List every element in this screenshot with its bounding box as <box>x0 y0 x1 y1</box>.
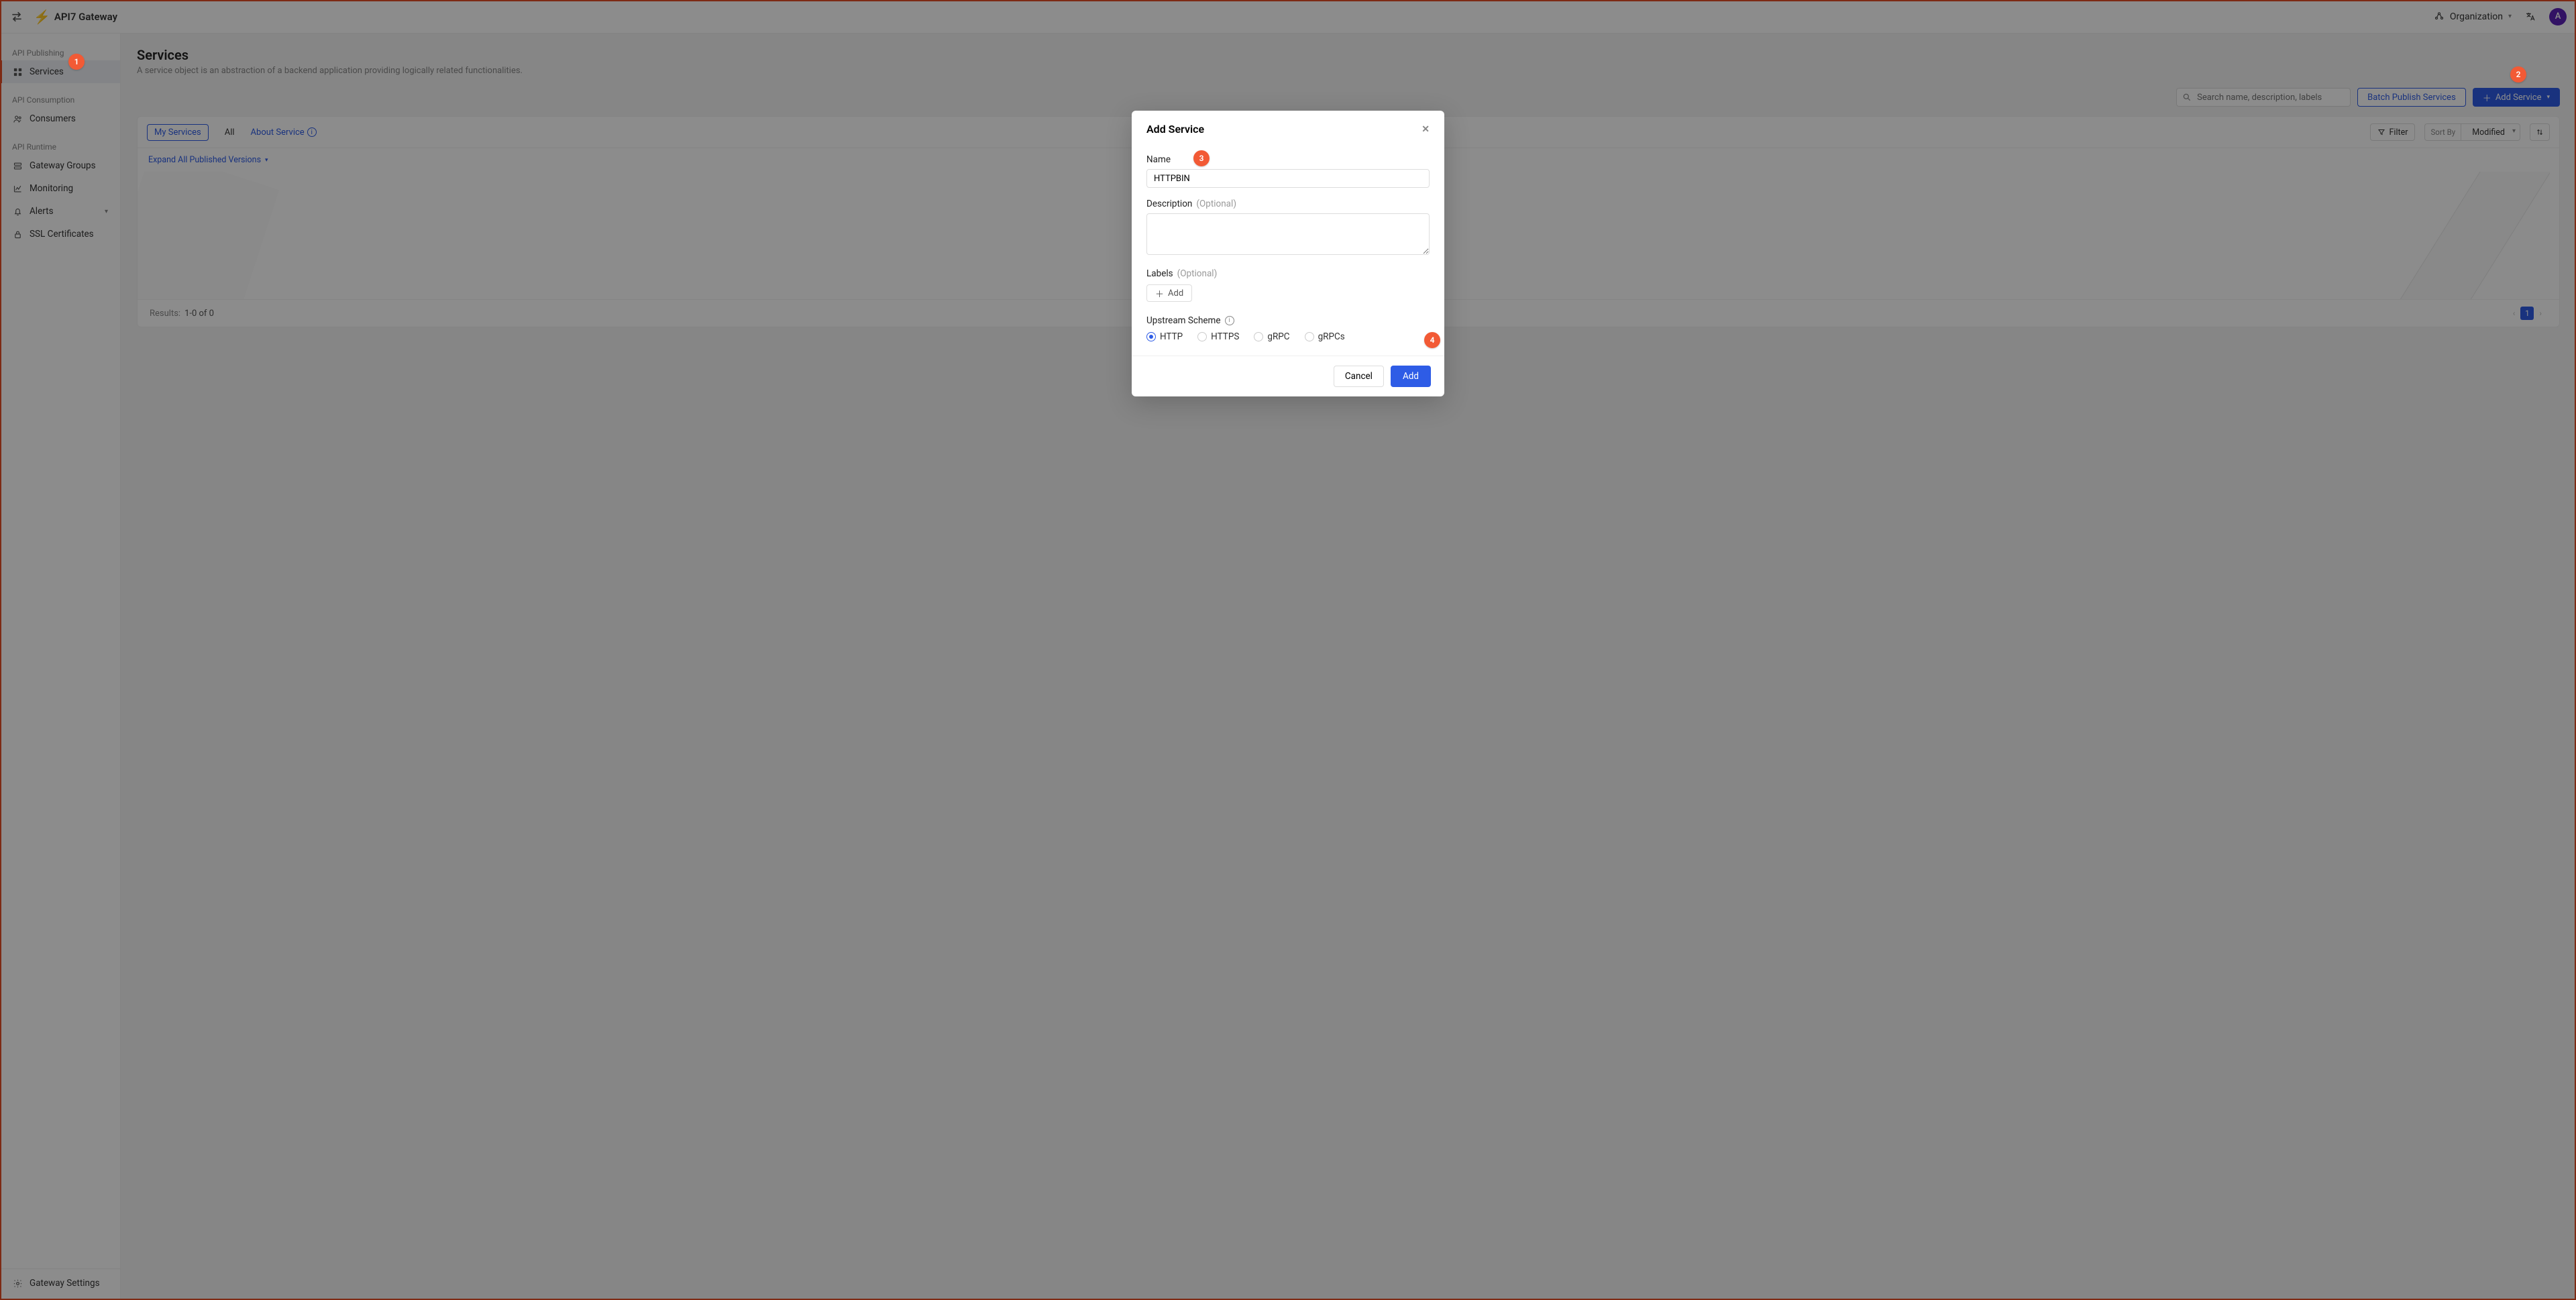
description-label: Description (Optional) <box>1146 199 1430 209</box>
upstream-scheme-label: Upstream Scheme i <box>1146 315 1430 326</box>
annotation-badge-4: 4 <box>1424 332 1440 348</box>
scheme-grpcs-radio[interactable]: gRPCs <box>1305 331 1345 342</box>
modal-title: Add Service <box>1146 123 1204 136</box>
add-service-modal: Add Service ✕ Name 3 Description (Option… <box>1132 111 1444 396</box>
name-label: Name <box>1146 154 1430 165</box>
scheme-https-radio[interactable]: HTTPS <box>1197 331 1239 342</box>
cancel-button[interactable]: Cancel <box>1334 366 1384 387</box>
annotation-badge-2: 2 <box>2510 66 2526 83</box>
name-input[interactable] <box>1146 169 1430 188</box>
add-label-button[interactable]: ＋ Add <box>1146 284 1192 302</box>
close-icon[interactable]: ✕ <box>1421 124 1430 135</box>
modal-overlay: Add Service ✕ Name 3 Description (Option… <box>0 0 2576 1300</box>
labels-label: Labels (Optional) <box>1146 268 1430 279</box>
description-input[interactable] <box>1146 213 1430 255</box>
submit-button[interactable]: Add <box>1391 366 1431 387</box>
plus-icon: ＋ <box>1155 287 1164 300</box>
info-icon[interactable]: i <box>1225 316 1234 325</box>
annotation-badge-3: 3 <box>1193 150 1210 166</box>
scheme-http-radio[interactable]: HTTP <box>1146 331 1183 342</box>
annotation-badge-1: 1 <box>68 54 85 70</box>
scheme-grpc-radio[interactable]: gRPC <box>1254 331 1289 342</box>
